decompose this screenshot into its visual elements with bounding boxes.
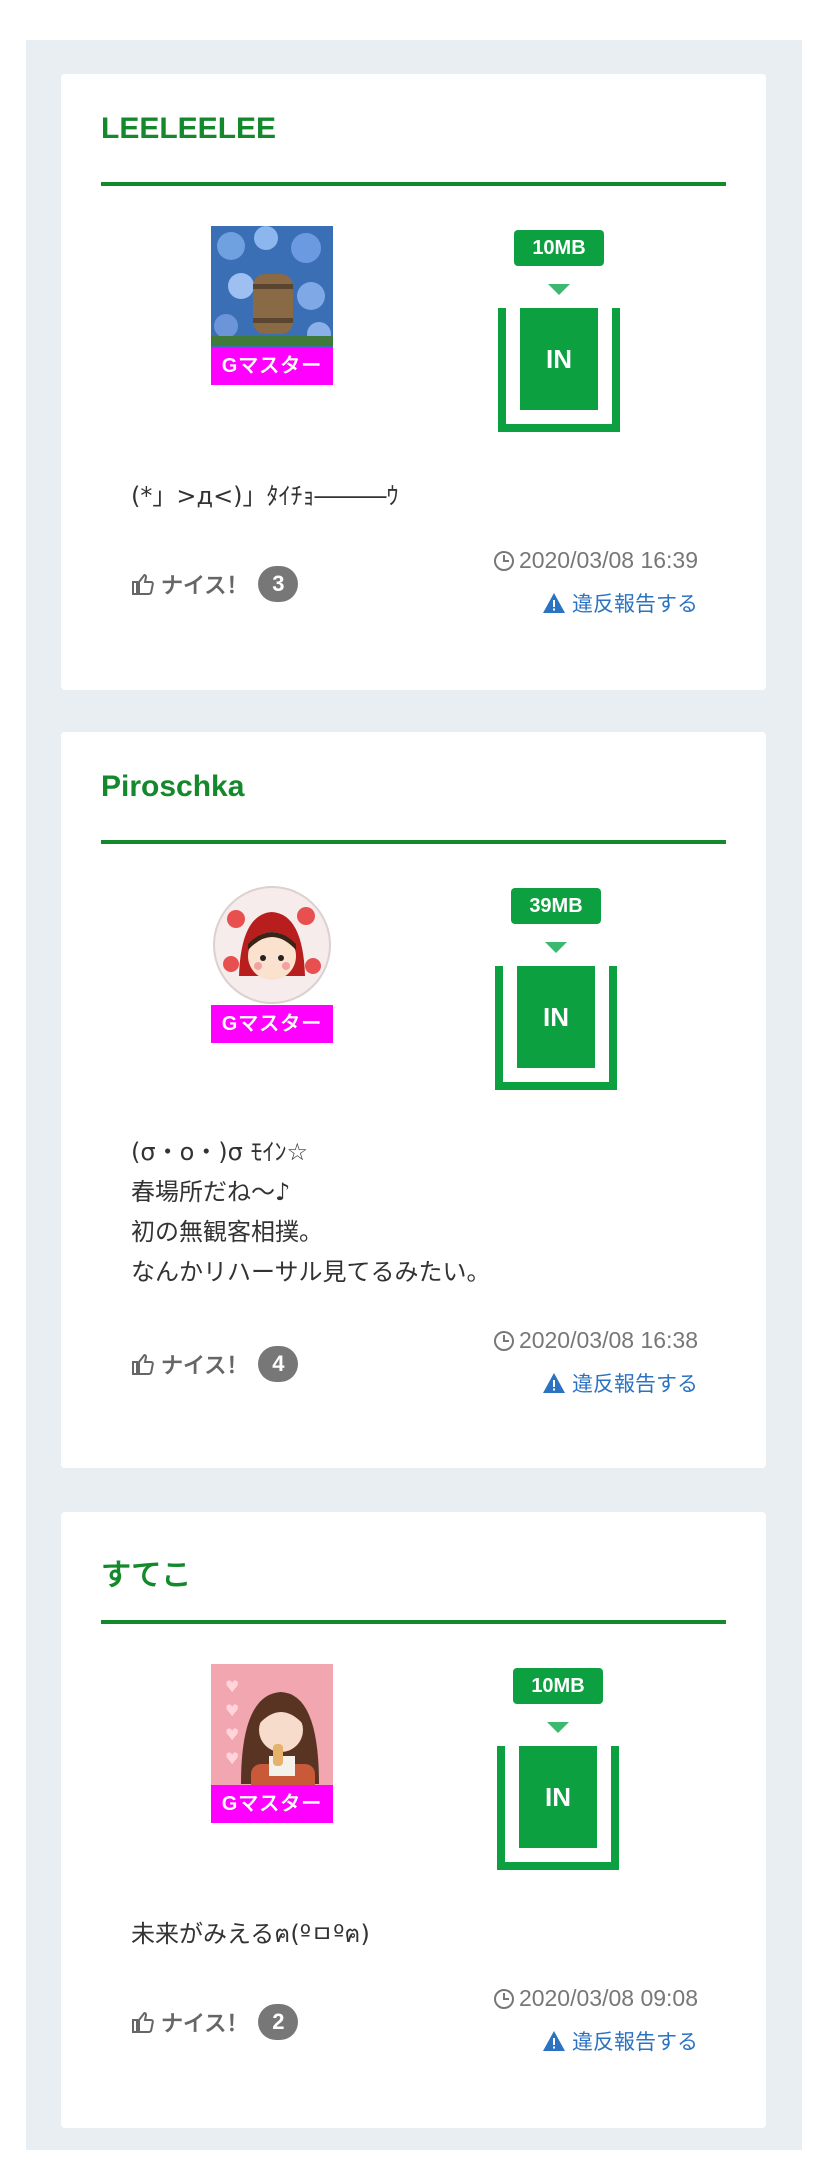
nice-count: 3: [258, 566, 299, 602]
in-box: IN: [495, 966, 617, 1090]
arrow-down-icon: [547, 1722, 569, 1733]
arrow-down-icon: [548, 284, 570, 295]
comment-text: 未来がみえるฅ(ºㅁºฅ): [131, 1920, 370, 1948]
warning-icon: [543, 1373, 565, 1393]
post-card: すてこ ♥ ♥ ♥ ♥ Gマスター 10MB IN 未来がみえるฅ(ºㅁºฅ): [61, 1512, 766, 2128]
svg-text:♥: ♥: [225, 1701, 239, 1720]
posts-container: LEELEELEE Gマスター 10MB IN (*」>д<)」ﾀｲﾁｮ―――ｳ…: [26, 40, 802, 2150]
post-card: LEELEELEE Gマスター 10MB IN (*」>д<)」ﾀｲﾁｮ―――ｳ…: [61, 74, 766, 690]
nice-button[interactable]: ナイス！ 3: [131, 564, 299, 604]
nice-label: ナイス！: [161, 2011, 249, 2036]
in-label: IN: [519, 1746, 597, 1848]
nice-label: ナイス！: [161, 573, 249, 598]
comment-text: (*」>д<)」ﾀｲﾁｮ―――ｳ: [131, 482, 399, 510]
clock-icon: [493, 1988, 514, 2009]
avatar[interactable]: Gマスター: [211, 226, 333, 385]
post-card: Piroschka Gマスター 39MB IN (σ・o・)σ ﾓｲﾝ☆ 春場所…: [61, 732, 766, 1468]
timestamp-text: 2020/03/08 16:39: [518, 547, 698, 573]
timestamp: 2020/03/08 16:38: [493, 1327, 698, 1354]
warning-icon: [543, 2031, 565, 2051]
comment-text: (σ・o・)σ ﾓｲﾝ☆ 春場所だね～♪ 初の無観客相撲。 なんかリハーサル見て…: [131, 1138, 491, 1286]
divider: [101, 182, 726, 186]
svg-text:♥: ♥: [225, 1749, 239, 1768]
username-link[interactable]: すてこ: [101, 1550, 191, 1594]
warning-icon: [543, 593, 565, 613]
timestamp: 2020/03/08 09:08: [493, 1985, 698, 2012]
nice-label: ナイス！: [161, 1353, 249, 1378]
avatar[interactable]: ♥ ♥ ♥ ♥ Gマスター: [211, 1664, 333, 1823]
arrow-down-icon: [545, 942, 567, 953]
thumbs-up-icon: [132, 1353, 154, 1375]
avatar[interactable]: Gマスター: [211, 884, 333, 1043]
timestamp: 2020/03/08 16:39: [493, 547, 698, 574]
in-box: IN: [498, 308, 620, 432]
timestamp-text: 2020/03/08 16:38: [518, 1327, 698, 1353]
in-box: IN: [497, 1746, 619, 1870]
report-link[interactable]: 違反報告する: [542, 2026, 698, 2056]
report-label: 違反報告する: [572, 592, 698, 616]
nice-count: 2: [258, 2004, 299, 2040]
nice-button[interactable]: ナイス！ 2: [131, 2002, 299, 2042]
clock-icon: [493, 550, 514, 571]
size-badge: 10MB: [513, 1668, 603, 1704]
timestamp-text: 2020/03/08 09:08: [518, 1985, 698, 2011]
report-label: 違反報告する: [572, 1372, 698, 1396]
nice-count: 4: [258, 1346, 299, 1382]
rank-badge: Gマスター: [211, 1005, 333, 1043]
clock-icon: [493, 1330, 514, 1351]
username-link[interactable]: Piroschka: [101, 770, 244, 804]
svg-text:♥: ♥: [225, 1725, 239, 1744]
nice-button[interactable]: ナイス！ 4: [131, 1344, 299, 1384]
username-link[interactable]: LEELEELEE: [101, 112, 276, 146]
rank-badge: Gマスター: [211, 347, 333, 385]
report-label: 違反報告する: [572, 2030, 698, 2054]
report-link[interactable]: 違反報告する: [542, 1368, 698, 1398]
divider: [101, 1620, 726, 1624]
thumbs-up-icon: [132, 2011, 154, 2033]
divider: [101, 840, 726, 844]
size-badge: 39MB: [511, 888, 601, 924]
in-label: IN: [517, 966, 595, 1068]
in-label: IN: [520, 308, 598, 410]
report-link[interactable]: 違反報告する: [542, 588, 698, 618]
svg-text:♥: ♥: [225, 1677, 239, 1696]
thumbs-up-icon: [132, 573, 154, 595]
size-badge: 10MB: [514, 230, 604, 266]
rank-badge: Gマスター: [211, 1785, 333, 1823]
